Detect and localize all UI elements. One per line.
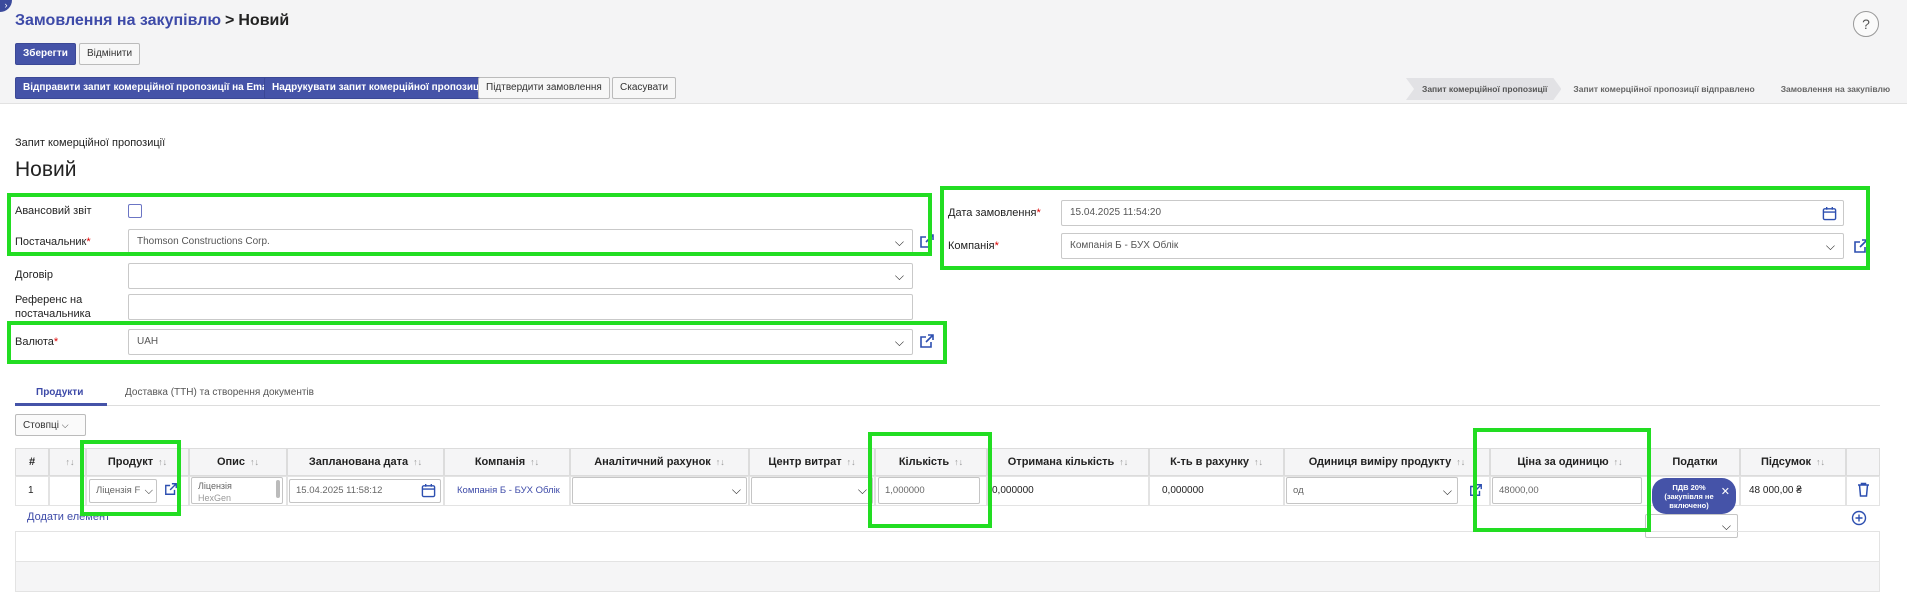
column-header-taxes: Податки <box>1650 448 1740 476</box>
highlight-box-unit-price <box>1473 428 1651 532</box>
row-received: 0,000000 <box>987 476 1149 506</box>
row-company[interactable]: Компанія Б - БУХ Облік <box>444 476 570 506</box>
print-rfq-button[interactable]: Надрукувати запит комерційної пропозиції <box>264 77 493 99</box>
table-footer <box>15 562 1880 592</box>
confirm-order-button[interactable]: Підтвердити замовлення <box>478 77 610 99</box>
breadcrumb: Замовлення на закупівлю > Новий <box>15 12 289 30</box>
breadcrumb-current: Новий <box>238 12 290 29</box>
save-button[interactable]: Зберегти <box>15 43 76 65</box>
empty-row <box>15 532 1880 562</box>
column-header-number: # <box>15 448 49 476</box>
sort-icon[interactable]: ↑↓ <box>1254 457 1263 467</box>
row-subtotal: 48 000,00 ₴ <box>1740 476 1846 506</box>
row-number: 1 <box>15 476 49 506</box>
column-header-uom[interactable]: Одиниця виміру продукту ↑↓ <box>1284 448 1490 476</box>
contract-label: Договір <box>15 269 53 281</box>
tab-active-indicator <box>15 403 107 406</box>
breadcrumb-separator: > <box>225 12 235 29</box>
status-step-rfq[interactable]: Запит комерційної пропозиції <box>1406 78 1561 100</box>
add-icon[interactable] <box>1851 510 1867 526</box>
contract-select[interactable]: ⌵ <box>128 263 913 289</box>
discard-button[interactable]: Відмінити <box>79 43 141 65</box>
chevron-down-icon: ⌵ <box>1442 484 1452 498</box>
status-step-rfq-sent[interactable]: Запит комерційної пропозиції відправлено <box>1557 78 1768 100</box>
sort-icon[interactable]: ↑↓ <box>1119 457 1128 467</box>
analytic-account-select[interactable]: ⌵ <box>572 477 747 504</box>
column-header-analytic-account[interactable]: Аналітичний рахунок ↑↓ <box>570 448 749 476</box>
uom-select[interactable]: од ⌵ <box>1286 477 1458 504</box>
help-icon[interactable]: ? <box>1853 11 1879 37</box>
tab-products[interactable]: Продукти <box>36 387 83 398</box>
chevron-down-icon: ⌵ <box>894 269 904 283</box>
chevron-down-icon: ⌵ <box>731 483 741 497</box>
trash-icon[interactable] <box>1857 482 1870 497</box>
cost-center-select[interactable]: ⌵ <box>751 477 873 504</box>
cancel-button[interactable]: Скасувати <box>612 77 677 99</box>
columns-button[interactable]: Стовпці ⌵ <box>15 414 86 436</box>
column-header-received[interactable]: Отримана кількість ↑↓ <box>987 448 1149 476</box>
row-invoiced: 0,000000 <box>1149 476 1284 506</box>
sort-icon[interactable]: ↑↓ <box>847 457 856 467</box>
sort-icon[interactable]: ↑↓ <box>716 457 725 467</box>
sort-icon[interactable]: ↑↓ <box>530 457 539 467</box>
send-email-button[interactable]: Відправити запит комерційної пропозиції … <box>15 77 282 99</box>
supplier-ref-input[interactable] <box>128 294 913 320</box>
column-header-invoiced[interactable]: К-ть в рахунку ↑↓ <box>1149 448 1284 476</box>
sort-icon[interactable]: ↑↓ <box>250 457 259 467</box>
sort-icon[interactable]: ↑↓ <box>413 457 422 467</box>
description-input[interactable]: Ліцензія HexGen <box>191 477 283 504</box>
column-header-description[interactable]: Опис ↑↓ <box>189 448 287 476</box>
planned-date-input[interactable]: 15.04.2025 11:58:12 <box>289 479 441 503</box>
column-header-actions <box>1846 448 1880 476</box>
status-step-purchase-order[interactable]: Замовлення на закупівлю <box>1765 78 1904 100</box>
highlight-box-currency <box>7 321 947 364</box>
sort-icon[interactable]: ↑↓ <box>1456 457 1465 467</box>
chevron-down-icon: ⌵ <box>857 483 867 497</box>
form-subtitle: Запит комерційної пропозиції <box>15 137 166 149</box>
column-header-cost-center[interactable]: Центр витрат ↑↓ <box>749 448 875 476</box>
highlight-box-quantity <box>868 432 992 528</box>
highlight-box-product <box>80 440 181 516</box>
tab-delivery[interactable]: Доставка (ТТН) та створення документів <box>125 387 314 398</box>
close-icon[interactable]: ✕ <box>1721 487 1730 498</box>
supplier-ref-label-2: постачальника <box>15 308 91 320</box>
highlight-box-advance-supplier <box>7 193 932 256</box>
supplier-ref-label-1: Референс на <box>15 294 83 306</box>
column-header-company[interactable]: Компанія ↑↓ <box>444 448 570 476</box>
form-title: Новий <box>15 158 77 181</box>
calendar-icon[interactable] <box>421 483 436 498</box>
tabs-divider <box>15 405 1880 406</box>
column-header-subtotal[interactable]: Підсумок ↑↓ <box>1740 448 1846 476</box>
sort-icon[interactable]: ↑↓ <box>1816 457 1825 467</box>
column-header-planned-date[interactable]: Запланована дата ↑↓ <box>287 448 444 476</box>
status-bar: Запит комерційної пропозиції Запит комер… <box>1410 78 1904 100</box>
highlight-box-date-company <box>940 186 1870 270</box>
breadcrumb-parent[interactable]: Замовлення на закупівлю <box>15 12 221 29</box>
sort-icon[interactable]: ↑↓ <box>66 457 75 467</box>
